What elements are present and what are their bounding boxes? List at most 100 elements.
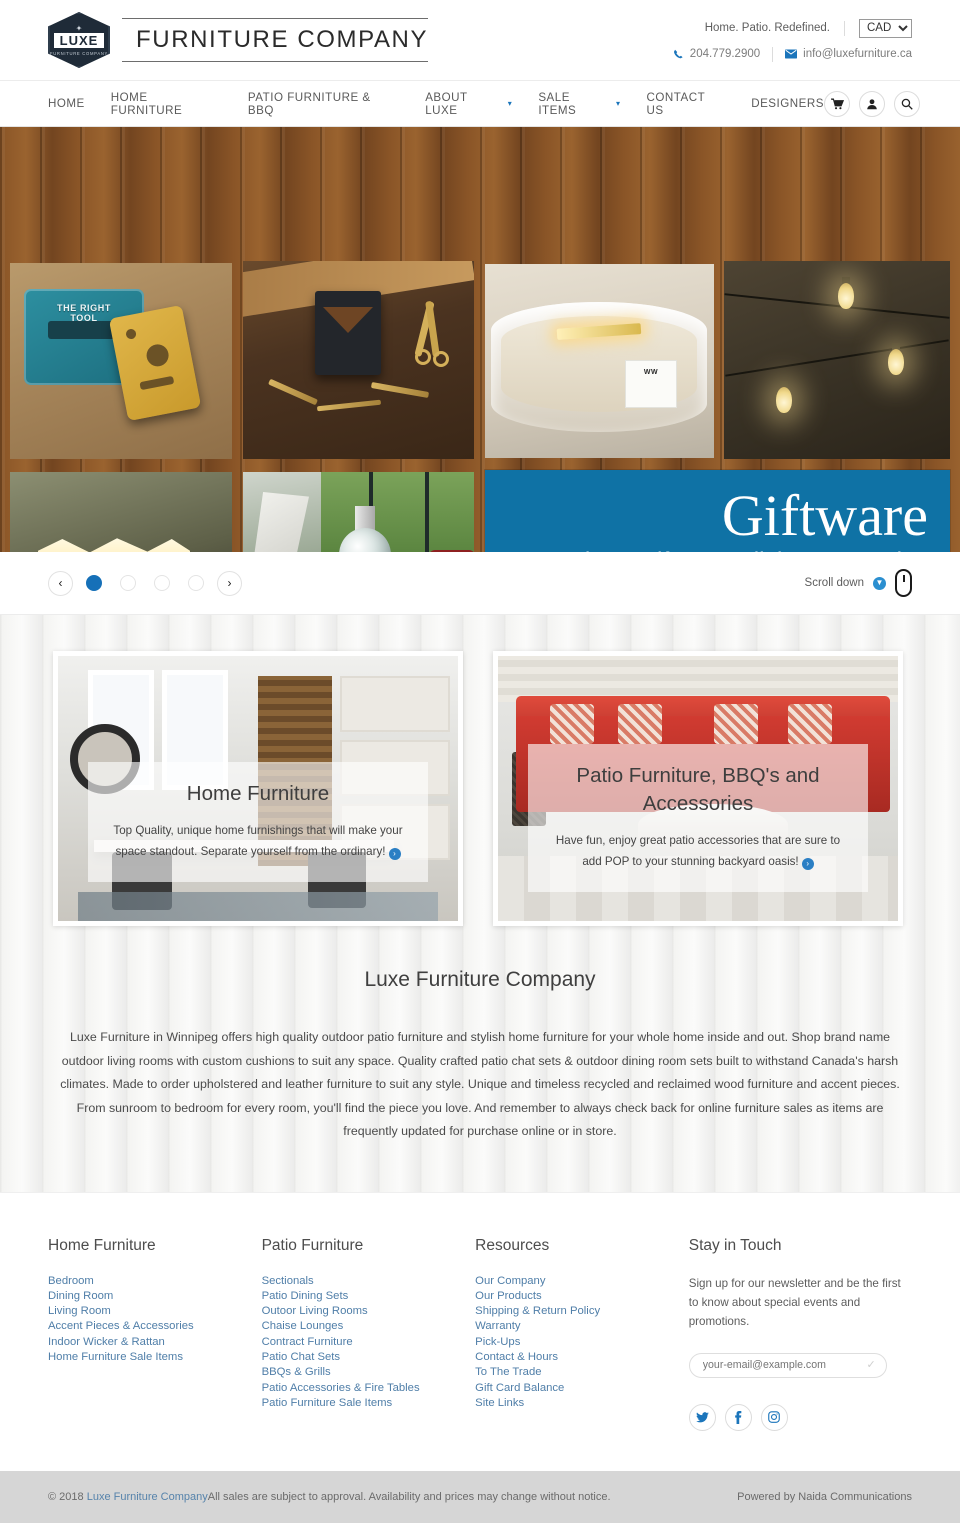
nav-item-designers[interactable]: DESIGNERS xyxy=(751,97,824,110)
site-tagline: Home. Patio. Redefined. xyxy=(704,22,830,34)
footer-link[interactable]: BBQs & Grills xyxy=(262,1365,476,1380)
home-furniture-card[interactable]: Home Furniture Top Quality, unique home … xyxy=(53,651,463,926)
carousel-next-button[interactable]: › xyxy=(217,570,242,596)
arrow-right-icon[interactable]: › xyxy=(388,847,401,860)
nav-item-home[interactable]: HOME xyxy=(48,97,85,110)
about-section: Luxe Furniture Company Luxe Furniture in… xyxy=(0,926,960,1150)
email-address: info@luxefurniture.ca xyxy=(803,48,912,60)
logo-star-icon: ✦ xyxy=(75,23,83,33)
footer-link[interactable]: Bedroom xyxy=(48,1274,262,1289)
currency-select[interactable]: CAD xyxy=(859,18,912,38)
mouse-icon xyxy=(895,569,912,597)
main-navigation: HOME HOME FURNITURE PATIO FURNITURE & BB… xyxy=(0,80,960,127)
scroll-down-label: Scroll down xyxy=(804,577,864,589)
carousel-dot-3[interactable] xyxy=(154,575,170,591)
footer-link[interactable]: Home Furniture Sale Items xyxy=(48,1350,262,1365)
hero-tile-glass-diffuser xyxy=(243,472,474,552)
category-section: Home Furniture Top Quality, unique home … xyxy=(0,615,960,1192)
facebook-icon[interactable] xyxy=(724,1403,752,1431)
hero-tile-string-lights xyxy=(724,261,950,459)
copyright-year: © 2018 xyxy=(48,1490,87,1503)
cart-icon[interactable] xyxy=(824,90,850,117)
carousel-prev-button[interactable]: ‹ xyxy=(48,570,73,596)
twitter-icon[interactable] xyxy=(688,1403,716,1431)
phone-icon xyxy=(673,49,684,60)
footer-link[interactable]: Patio Furniture Sale Items xyxy=(262,1396,476,1411)
footer-link[interactable]: Our Company xyxy=(475,1274,689,1289)
nav-label: DESIGNERS xyxy=(751,97,824,110)
footer-link[interactable]: Sectionals xyxy=(262,1274,476,1289)
nav-items: HOME HOME FURNITURE PATIO FURNITURE & BB… xyxy=(48,91,824,117)
header-contact-block: Home. Patio. Redefined. CAD 204.779.2900… xyxy=(673,18,912,62)
footer-link[interactable]: Outoor Living Rooms xyxy=(262,1304,476,1319)
instagram-icon[interactable] xyxy=(760,1403,788,1431)
brand-name: FURNITURE COMPANY xyxy=(122,18,429,62)
search-icon[interactable] xyxy=(894,90,920,117)
hero-carousel-slide[interactable]: THE RIGHTTOOLFOR THE JOB WW xyxy=(0,127,960,552)
nav-label: CONTACT US xyxy=(646,90,705,117)
footer-link[interactable]: Our Products xyxy=(475,1289,689,1304)
footer-link[interactable]: Site Links xyxy=(475,1396,689,1411)
patio-furniture-card[interactable]: Patio Furniture, BBQ's and Accessories H… xyxy=(493,651,903,926)
newsletter-form: ✓ xyxy=(688,1352,887,1378)
copyright-disclaimer: All sales are subject to approval. Avail… xyxy=(207,1490,611,1503)
envelope-icon xyxy=(785,49,798,59)
footer-link[interactable]: Contract Furniture xyxy=(262,1335,476,1350)
site-logo[interactable]: ✦ LUXE FURNITURE COMPANY FURNITURE COMPA… xyxy=(48,12,429,68)
card-description: Top Quality, unique home furnishings tha… xyxy=(106,820,410,862)
logo-sub-text: FURNITURE COMPANY xyxy=(49,50,109,56)
footer-link[interactable]: Patio Chat Sets xyxy=(262,1350,476,1365)
hero-tile-candle-lamp xyxy=(10,472,232,552)
nav-item-contact-us[interactable]: CONTACT US xyxy=(647,91,726,117)
carousel-dot-4[interactable] xyxy=(188,575,204,591)
footer-link[interactable]: Patio Accessories & Fire Tables xyxy=(262,1381,476,1396)
giftware-banner[interactable]: Giftware Unique Gifts & Stylish Accessor… xyxy=(485,470,950,552)
footer-link[interactable]: Gift Card Balance xyxy=(475,1381,689,1396)
arrow-right-icon[interactable]: › xyxy=(801,857,814,870)
footer-link[interactable]: Shipping & Return Policy xyxy=(475,1304,689,1319)
site-footer: Home Furniture Bedroom Dining Room Livin… xyxy=(0,1191,960,1471)
nav-label: SALE ITEMS xyxy=(538,90,577,117)
nav-item-about-luxe[interactable]: ABOUT LUXE ▾ xyxy=(425,91,512,117)
check-icon[interactable]: ✓ xyxy=(867,1358,876,1371)
card-description: Have fun, enjoy great patio accessories … xyxy=(546,830,850,872)
footer-link[interactable]: Patio Dining Sets xyxy=(262,1289,476,1304)
footer-link[interactable]: Pick-Ups xyxy=(475,1335,689,1350)
footer-column-title: Patio Furniture xyxy=(261,1236,364,1254)
logo-mark-text: LUXE xyxy=(53,32,105,48)
footer-link[interactable]: Living Room xyxy=(48,1304,262,1319)
scroll-down-indicator[interactable]: Scroll down ▼ xyxy=(805,569,912,597)
nav-label: PATIO FURNITURE & BBQ xyxy=(247,90,371,117)
footer-link[interactable]: Indoor Wicker & Rattan xyxy=(48,1335,262,1350)
carousel-dot-2[interactable] xyxy=(120,575,136,591)
footer-link[interactable]: To The Trade xyxy=(475,1365,689,1380)
logo-badge-icon: ✦ LUXE FURNITURE COMPANY xyxy=(48,12,110,68)
nav-label: HOME FURNITURE xyxy=(110,90,183,117)
chevron-down-icon: ▾ xyxy=(615,99,621,108)
footer-column-title: Stay in Touch xyxy=(688,1236,782,1254)
footer-column-title: Home Furniture xyxy=(48,1236,156,1254)
newsletter-email-input[interactable] xyxy=(688,1352,887,1378)
nav-item-home-furniture[interactable]: HOME FURNITURE xyxy=(111,91,222,117)
nav-item-patio-furniture-bbq[interactable]: PATIO FURNITURE & BBQ xyxy=(248,91,399,117)
copyright-company-link[interactable]: Luxe Furniture Company xyxy=(87,1491,208,1503)
footer-link[interactable]: Accent Pieces & Accessories xyxy=(48,1319,262,1334)
email-link[interactable]: info@luxefurniture.ca xyxy=(785,48,912,60)
category-cards: Home Furniture Top Quality, unique home … xyxy=(0,651,960,926)
divider xyxy=(844,20,845,36)
carousel-dot-1[interactable] xyxy=(86,575,102,591)
hero-tile-gentlemens-hardware xyxy=(243,261,474,459)
powered-by: Powered by Naida Communications xyxy=(737,1490,912,1503)
account-icon[interactable] xyxy=(859,90,885,117)
carousel-controls: ‹ › Scroll down ▼ xyxy=(0,552,960,615)
footer-link[interactable]: Contact & Hours xyxy=(475,1350,689,1365)
divider xyxy=(772,46,774,62)
footer-link[interactable]: Dining Room xyxy=(48,1289,262,1304)
phone-link[interactable]: 204.779.2900 xyxy=(673,48,760,60)
nav-label: ABOUT LUXE xyxy=(425,90,468,117)
about-title: Luxe Furniture Company xyxy=(364,968,596,991)
nav-item-sale-items[interactable]: SALE ITEMS ▾ xyxy=(538,91,620,117)
home-furniture-overlay: Home Furniture Top Quality, unique home … xyxy=(88,762,428,882)
footer-link[interactable]: Warranty xyxy=(475,1319,689,1334)
footer-link[interactable]: Chaise Lounges xyxy=(262,1319,476,1334)
